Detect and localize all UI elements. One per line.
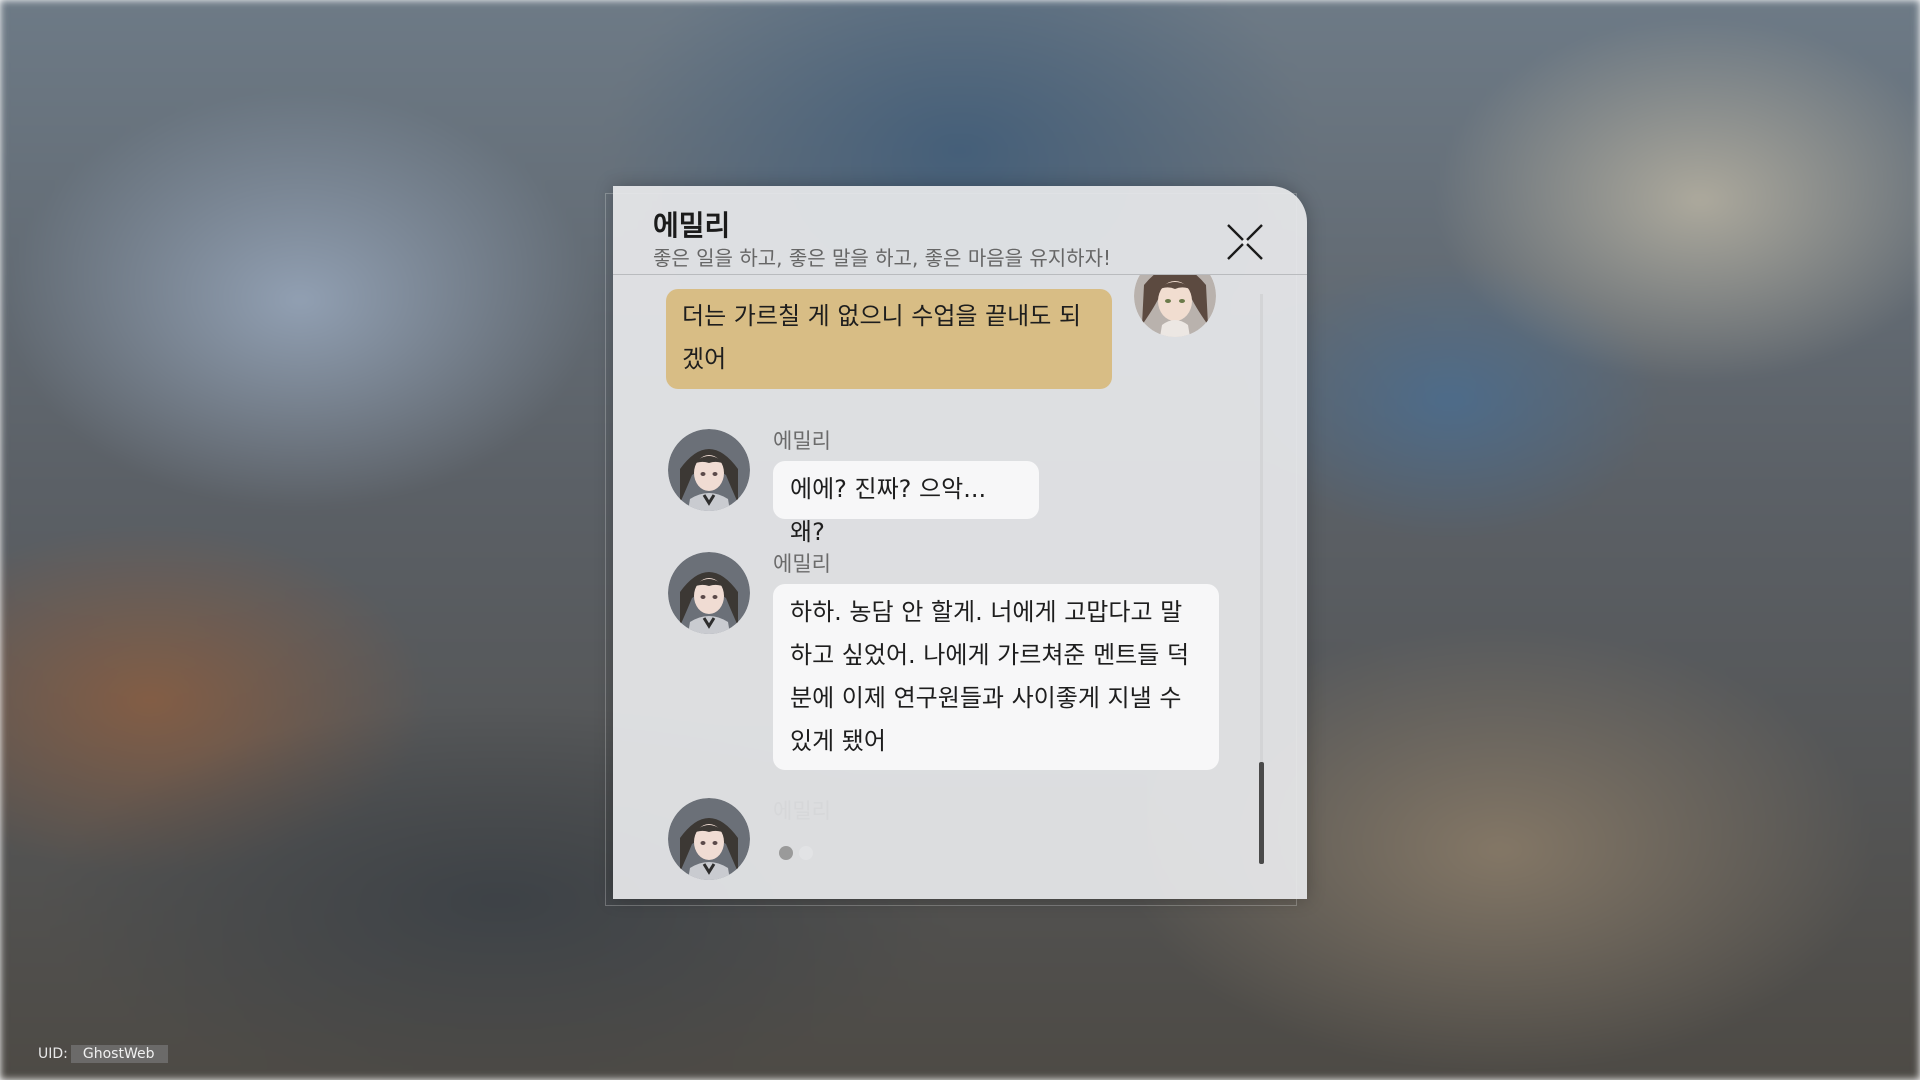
contact-status-message: 좋은 일을 하고, 좋은 말을 하고, 좋은 마음을 유지하자! [653,246,1111,270]
uid-watermark: UID: GhostWeb [38,1045,169,1063]
uid-label: UID: [38,1046,68,1062]
sender-name: 에밀리 [773,552,831,576]
emily-avatar [668,429,750,511]
typing-indicator-icon [779,846,813,860]
scrollbar-thumb[interactable] [1259,762,1264,864]
contact-name: 에밀리 [653,209,731,242]
typing-dot [799,846,813,860]
player-avatar [1134,275,1216,337]
message-list[interactable]: 더는 가르칠 게 없으니 수업을 끝내도 되겠어 에밀리 에에? 진짜? 으악.… [613,275,1307,899]
close-button[interactable] [1225,222,1265,262]
emily-avatar [668,798,750,880]
npc-message-bubble: 하하. 농담 안 할게. 너에게 고맙다고 말하고 싶었어. 나에게 가르쳐준 … [773,584,1219,770]
chat-panel: 에밀리 좋은 일을 하고, 좋은 말을 하고, 좋은 마음을 유지하자! 더는 [613,186,1307,899]
typing-dot [779,846,793,860]
player-message-bubble: 더는 가르칠 게 없으니 수업을 끝내도 되겠어 [666,289,1112,389]
emily-avatar [668,552,750,634]
close-x-icon [1227,224,1263,260]
chat-header: 에밀리 좋은 일을 하고, 좋은 말을 하고, 좋은 마음을 유지하자! [613,186,1307,275]
sender-name: 에밀리 [773,429,831,453]
uid-value: GhostWeb [70,1045,169,1063]
sender-name: 에밀리 [773,799,831,823]
npc-message-bubble: 에에? 진짜? 으악... 왜? [773,461,1039,546]
